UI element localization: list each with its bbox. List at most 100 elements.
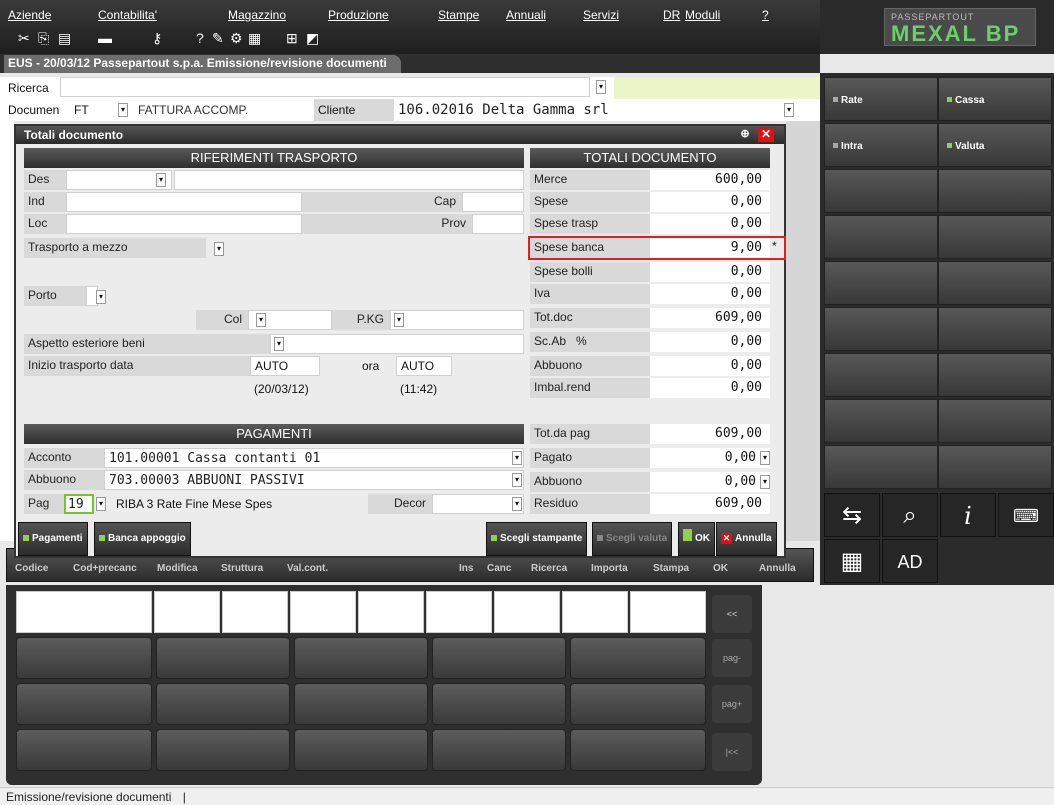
menu-moduli[interactable]: Moduli <box>685 8 720 22</box>
keypad-key[interactable] <box>16 729 152 771</box>
pag-dropdown[interactable]: ▾ <box>96 497 106 511</box>
keypad-key[interactable] <box>294 637 428 679</box>
ad-button[interactable]: AD <box>882 539 938 583</box>
keypad-key[interactable] <box>570 637 706 679</box>
menu-contabilita[interactable]: Contabilita' <box>98 8 157 22</box>
expand-icon[interactable]: ⊞ <box>286 30 298 47</box>
menu-help[interactable]: ? <box>762 8 769 22</box>
acconto-dropdown[interactable]: ▾ <box>512 451 522 465</box>
banca-appoggio-button[interactable]: Banca appoggio <box>94 522 191 556</box>
panel-empty-11[interactable] <box>824 399 938 443</box>
paste-icon[interactable]: ▤ <box>58 30 71 47</box>
keypad-cell[interactable] <box>154 591 220 633</box>
transfer-icon[interactable]: ⇆ <box>824 493 880 537</box>
decor-input[interactable] <box>432 494 524 514</box>
close-icon[interactable]: ✕ <box>758 127 774 142</box>
bottom-ins[interactable]: Ins <box>459 563 473 574</box>
rate-button[interactable]: Rate <box>824 77 938 121</box>
edit-icon[interactable]: ✎ <box>212 30 224 47</box>
key-icon[interactable]: ⚷ <box>152 30 162 47</box>
pagato-dropdown[interactable]: ▾ <box>760 451 770 465</box>
keypad-key[interactable] <box>432 683 566 725</box>
keypad-cell[interactable] <box>562 591 628 633</box>
scegli-stampante-button[interactable]: Scegli stampante <box>486 522 588 556</box>
copy-icon[interactable]: ⎘ <box>38 30 49 47</box>
keypad-pagminus-button[interactable]: pag- <box>712 639 752 677</box>
ricerca-dropdown[interactable]: ▾ <box>596 80 606 94</box>
panel-empty-9[interactable] <box>824 353 938 397</box>
panel-empty-8[interactable] <box>938 307 1052 351</box>
settings-icon[interactable]: ⚙ <box>230 30 243 47</box>
bottom-ricerca[interactable]: Ricerca <box>531 563 567 574</box>
pagamenti-button[interactable]: Pagamenti <box>18 522 88 556</box>
intra-button[interactable]: Intra <box>824 123 938 167</box>
menu-aziende[interactable]: Aziende <box>8 8 51 22</box>
porto-dropdown[interactable]: ▾ <box>96 290 106 304</box>
spese-banca-value[interactable]: 9,00 <box>650 238 770 258</box>
bottom-struttura[interactable]: Struttura <box>221 563 263 574</box>
keypad-cell[interactable] <box>494 591 560 633</box>
print-icon[interactable]: ▬ <box>98 30 112 46</box>
panel-empty-1[interactable] <box>824 169 938 213</box>
prov-input[interactable] <box>472 214 524 234</box>
keypad-cell[interactable] <box>426 591 492 633</box>
bottom-stampa[interactable]: Stampa <box>653 563 689 574</box>
keypad-key[interactable] <box>156 729 290 771</box>
abbuono-tot-dropdown[interactable]: ▾ <box>760 475 770 489</box>
col-dropdown[interactable]: ▾ <box>256 313 266 327</box>
bottom-codice[interactable]: Codice <box>15 563 48 574</box>
keypad-last-button[interactable]: |<< <box>712 733 752 771</box>
ricerca-extra[interactable] <box>614 77 820 99</box>
keypad-cell[interactable] <box>222 591 288 633</box>
maximize-icon[interactable]: ⊕ <box>738 127 752 141</box>
keyboard-icon[interactable]: ⌨ <box>998 493 1054 537</box>
cassa-button[interactable]: Cassa <box>938 77 1052 121</box>
abbuono-pag-input[interactable]: 703.00003 ABBUONI PASSIVI <box>104 470 524 490</box>
menu-annuali[interactable]: Annuali <box>506 8 546 22</box>
abbuono-pag-dropdown[interactable]: ▾ <box>512 473 522 487</box>
keypad-cell[interactable] <box>630 591 706 633</box>
keypad-pagplus-button[interactable]: pag+ <box>712 685 752 723</box>
aspetto-dropdown[interactable]: ▾ <box>274 337 284 351</box>
bottom-modifica[interactable]: Modifica <box>157 563 198 574</box>
panel-empty-14[interactable] <box>938 445 1052 489</box>
menu-magazzino[interactable]: Magazzino <box>228 8 286 22</box>
panel-empty-10[interactable] <box>938 353 1052 397</box>
pag-code-input[interactable]: 19 <box>64 494 94 514</box>
doc-type[interactable]: FT <box>74 103 89 117</box>
menu-stampe[interactable]: Stampe <box>438 8 479 22</box>
ricerca-input[interactable] <box>60 77 590 97</box>
pkg-input[interactable] <box>390 310 524 330</box>
data-input[interactable]: AUTO <box>250 356 320 376</box>
document-search-icon[interactable]: ⌕ <box>882 493 938 537</box>
keypad-key[interactable] <box>294 683 428 725</box>
keypad-cell[interactable] <box>290 591 356 633</box>
panel-empty-5[interactable] <box>824 261 938 305</box>
help-icon[interactable]: ? <box>196 30 204 46</box>
keypad-key[interactable] <box>294 729 428 771</box>
keypad-key[interactable] <box>570 729 706 771</box>
window-title-tab[interactable]: EUS - 20/03/12 Passepartout s.p.a. Emiss… <box>4 55 401 73</box>
aspetto-input[interactable] <box>270 334 524 354</box>
keypad-key[interactable] <box>16 683 152 725</box>
bottom-ok[interactable]: OK <box>713 563 728 574</box>
cliente-dropdown[interactable]: ▾ <box>784 103 794 117</box>
keypad-key[interactable] <box>156 637 290 679</box>
panel-empty-2[interactable] <box>938 169 1052 213</box>
des-dropdown[interactable]: ▾ <box>156 173 166 187</box>
pagato-value[interactable]: 0,00 <box>650 448 770 468</box>
keypad-key[interactable] <box>16 637 152 679</box>
trasporto-dropdown[interactable]: ▾ <box>214 242 224 256</box>
bottom-importa[interactable]: Importa <box>591 563 628 574</box>
keypad-first-button[interactable]: << <box>712 595 752 633</box>
ind-input[interactable] <box>66 192 302 212</box>
loc-input[interactable] <box>66 214 302 234</box>
des-text[interactable] <box>174 170 524 190</box>
ora-input[interactable]: AUTO <box>396 356 452 376</box>
numpad-icon[interactable]: ▦ <box>824 539 880 583</box>
pkg-dropdown[interactable]: ▾ <box>394 313 404 327</box>
bottom-valcont[interactable]: Val.cont. <box>287 563 328 574</box>
abbuono-tot-value[interactable]: 0,00 <box>650 472 770 492</box>
ok-button[interactable]: OK <box>678 522 715 556</box>
acconto-input[interactable]: 101.00001 Cassa contanti 01 <box>104 448 524 468</box>
